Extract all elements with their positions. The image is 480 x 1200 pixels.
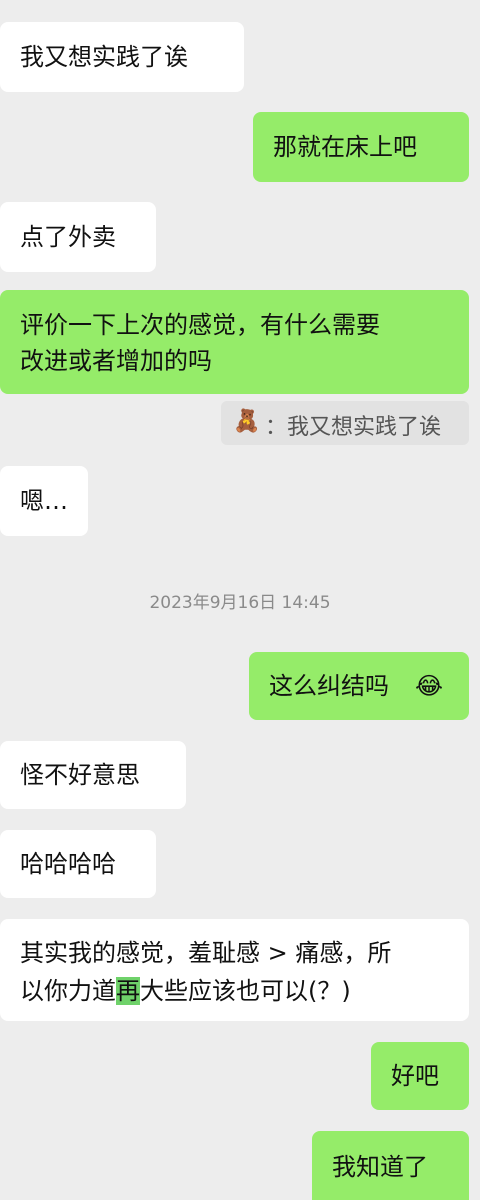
message-text: 好吧 xyxy=(391,1062,439,1090)
highlighted-text: 再 xyxy=(116,977,140,1005)
message-text-line-2: 以你力道再大些应该也可以(？) xyxy=(20,974,453,1008)
message-bubble-outgoing[interactable]: 那就在床上吧 xyxy=(253,112,469,182)
message-bubble-outgoing[interactable]: 这么纠结吗 😂 xyxy=(249,652,469,720)
text-segment: 大些应该也可以(？) xyxy=(140,977,351,1005)
message-text: 我知道了 xyxy=(332,1153,428,1181)
message-bubble-incoming[interactable]: 嗯… xyxy=(0,466,88,536)
message-bubble-incoming[interactable]: 怪不好意思 xyxy=(0,741,186,809)
message-text: 那就在床上吧 xyxy=(273,133,417,161)
quoted-message[interactable]: 🧸 ：我又想实践了诶 xyxy=(221,401,469,445)
quoted-text: ：我又想实践了诶 xyxy=(265,415,442,440)
message-text: 我又想实践了诶 xyxy=(20,43,188,71)
message-bubble-incoming[interactable]: 其实我的感觉，羞耻感 > 痛感，所 以你力道再大些应该也可以(？) xyxy=(0,919,469,1021)
message-text: 嗯… xyxy=(20,487,68,515)
laughing-tears-emoji-icon: 😂 xyxy=(415,672,444,700)
message-text: 点了外卖 xyxy=(20,223,116,251)
message-bubble-outgoing[interactable]: 好吧 xyxy=(371,1042,469,1110)
message-bubble-incoming[interactable]: 我又想实践了诶 xyxy=(0,22,244,92)
message-text: 这么纠结吗 xyxy=(269,672,389,700)
text-segment: 以你力道 xyxy=(20,977,116,1005)
message-text-line-1: 其实我的感觉，羞耻感 > 痛感，所 xyxy=(20,939,392,967)
message-bubble-outgoing[interactable]: 评价一下上次的感觉，有什么需要 改进或者增加的吗 xyxy=(0,290,469,394)
message-text: 怪不好意思 xyxy=(20,761,140,789)
message-bubble-incoming[interactable]: 哈哈哈哈 xyxy=(0,830,156,898)
message-bubble-outgoing[interactable]: 我知道了 xyxy=(312,1131,469,1200)
teddy-bear-emoji-icon: 🧸 xyxy=(233,409,261,434)
message-text-line-1: 评价一下上次的感觉，有什么需要 xyxy=(20,311,380,339)
message-bubble-incoming[interactable]: 点了外卖 xyxy=(0,202,156,272)
message-text-line-2: 改进或者增加的吗 xyxy=(20,347,212,375)
message-text: 哈哈哈哈 xyxy=(20,850,116,878)
timestamp: 2023年9月16日 14:45 xyxy=(149,593,331,613)
